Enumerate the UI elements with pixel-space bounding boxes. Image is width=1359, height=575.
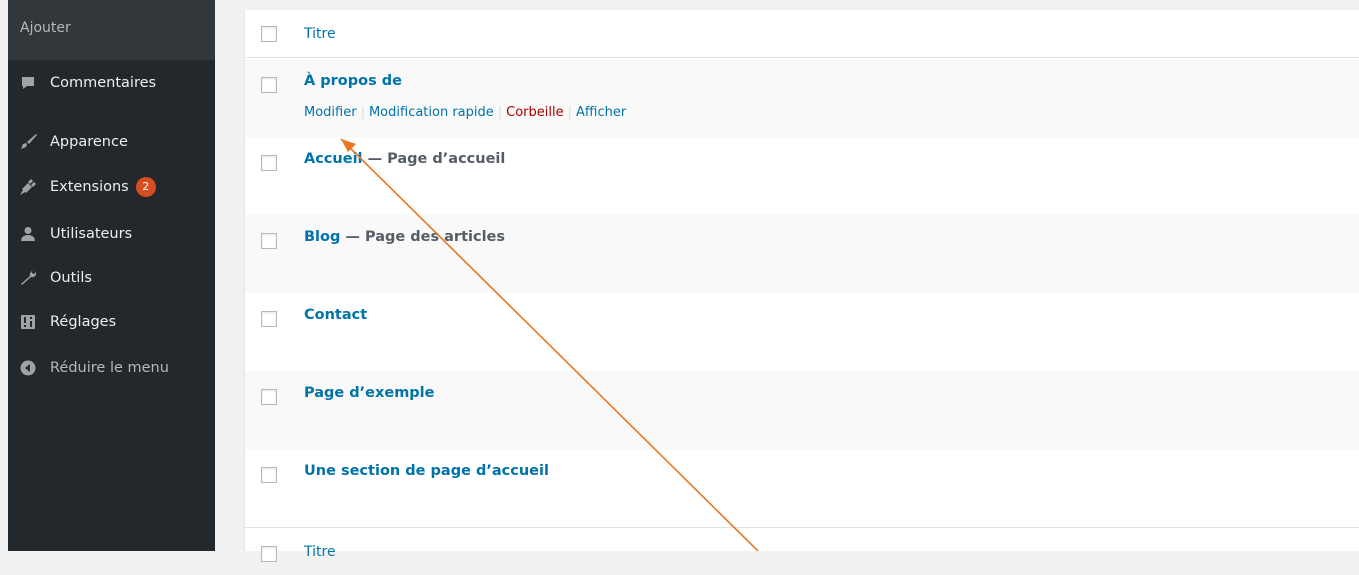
sidebar-item-commentaires[interactable]: Commentaires [8,66,215,100]
sidebar-item-outils[interactable]: Outils [8,261,215,295]
table-row: Blog — Page des articles [245,215,1359,293]
paintbrush-icon [18,132,38,152]
collapse-icon [18,358,38,378]
wrench-icon [18,268,38,288]
row-checkbox[interactable] [261,233,277,249]
sidebar-item-label: Outils [50,270,92,286]
title-column-header[interactable]: Titre [304,26,336,42]
sidebar-item-apparence[interactable]: Apparence [8,125,215,159]
row-checkbox[interactable] [261,155,277,171]
pages-table: Titre À propos de Modifier | Modification … [244,10,1359,562]
page-title-link[interactable]: Page d’exemple [304,385,435,401]
sidebar-item-label: Utilisateurs [50,226,133,242]
page-title-link[interactable]: Contact [304,307,367,323]
plugin-icon [18,177,38,197]
table-row: Accueil — Page d’accueil [245,137,1359,215]
sidebar-item-label: Apparence [50,134,128,150]
row-checkbox[interactable] [261,77,277,93]
sidebar-item-label: Réduire le menu [50,360,169,376]
row-checkbox[interactable] [261,467,277,483]
sidebar-item-label: Commentaires [50,75,157,91]
page-title-link[interactable]: À propos de [304,73,402,89]
row-checkbox[interactable] [261,389,277,405]
sidebar-item-reglages[interactable]: Réglages [8,305,215,339]
settings-icon [18,312,38,332]
sidebar-item-label: Extensions [50,179,129,195]
table-footer-row: Titre [245,527,1359,575]
update-count-badge: 2 [135,177,156,197]
page-title-link[interactable]: Accueil — Page d’accueil [304,151,505,167]
sidebar-subitem-ajouter[interactable]: Ajouter [8,0,215,36]
trash-link[interactable]: Corbeille [506,105,563,120]
sidebar-submenu: Ajouter [8,0,215,60]
comment-icon [18,73,38,93]
collapse-menu-button[interactable]: Réduire le menu [8,351,215,385]
admin-sidebar: Ajouter Commentaires Apparence Extension… [8,0,215,551]
table-row: Contact [245,293,1359,371]
row-actions: Modifier | Modification rapide | Corbeille | A… [304,105,627,120]
table-row: Page d’exemple [245,371,1359,449]
table-row: À propos de Modifier | Modification rapide… [245,59,1359,137]
table-header-row: Titre [245,10,1359,58]
page-title-link[interactable]: Une section de page d’accueil [304,463,549,479]
select-all-checkbox[interactable] [261,546,277,562]
table-row: Une section de page d’accueil [245,449,1359,527]
row-checkbox[interactable] [261,311,277,327]
quick-edit-link[interactable]: Modification rapide [369,105,494,120]
sidebar-item-label: Réglages [50,314,117,330]
edit-link[interactable]: Modifier [304,105,357,120]
sidebar-item-utilisateurs[interactable]: Utilisateurs [8,217,215,251]
view-link[interactable]: Afficher [576,105,626,120]
sidebar-item-extensions[interactable]: Extensions 2 [8,170,215,204]
page-title-link[interactable]: Blog — Page des articles [304,229,505,245]
select-all-checkbox[interactable] [261,26,277,42]
users-icon [18,224,38,244]
title-column-footer[interactable]: Titre [304,544,336,560]
